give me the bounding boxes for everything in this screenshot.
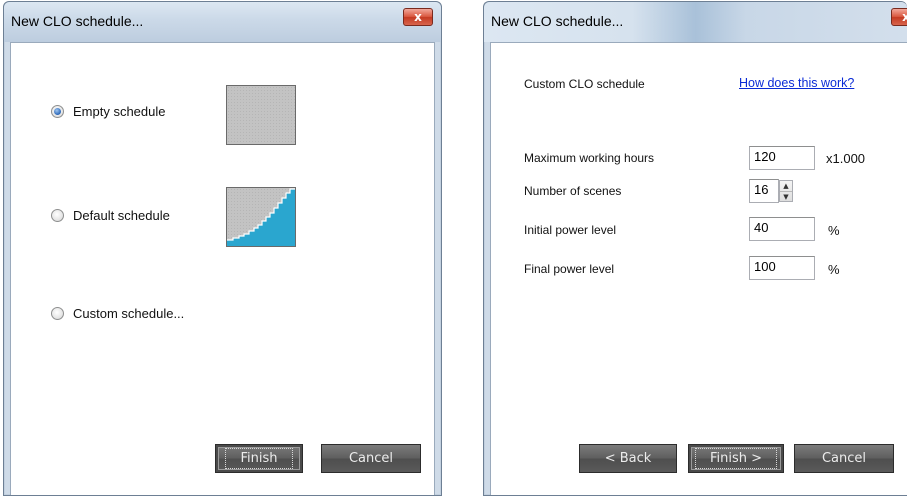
back-button-label: < Back — [604, 451, 652, 466]
empty-schedule-label: Empty schedule — [73, 104, 166, 119]
custom-schedule-radio[interactable] — [51, 307, 64, 320]
window-title: New CLO schedule... — [11, 13, 144, 29]
close-icon: x — [902, 10, 907, 24]
max-hours-unit: x1.000 — [826, 151, 866, 166]
final-power-unit: % — [828, 262, 840, 277]
title-bar[interactable]: New CLO schedule... x — [484, 2, 907, 42]
cancel-button-label: Cancel — [821, 451, 867, 466]
initial-power-unit: % — [828, 223, 840, 238]
dialog-content: Empty schedule Default schedule Custom s… — [10, 42, 435, 495]
finish-button[interactable]: Finish — [215, 444, 303, 473]
initial-power-input[interactable]: 40 — [749, 217, 815, 241]
new-schedule-dialog-1: New CLO schedule... x Empty schedule Def… — [3, 1, 442, 496]
close-button[interactable]: x — [891, 8, 907, 26]
default-schedule-curve-preview — [226, 187, 296, 247]
help-link[interactable]: How does this work? — [739, 76, 854, 90]
finish-button[interactable]: Finish > — [688, 444, 784, 473]
window-title: New CLO schedule... — [491, 13, 624, 29]
option-empty-schedule[interactable]: Empty schedule — [51, 104, 166, 119]
cancel-button[interactable]: Cancel — [321, 444, 421, 473]
max-hours-input[interactable]: 120 — [749, 146, 815, 170]
stepper-up-icon[interactable]: ▲ — [780, 181, 792, 191]
option-custom-schedule[interactable]: Custom schedule... — [51, 306, 184, 321]
scenes-input[interactable]: 16 — [749, 179, 779, 203]
custom-schedule-label: Custom schedule... — [73, 306, 185, 321]
initial-power-label: Initial power level — [524, 223, 617, 237]
max-hours-label: Maximum working hours — [524, 151, 655, 165]
empty-schedule-radio[interactable] — [51, 105, 64, 118]
final-power-label: Final power level — [524, 262, 615, 276]
finish-button-label: Finish > — [694, 448, 778, 469]
option-default-schedule[interactable]: Default schedule — [51, 208, 170, 223]
finish-button-label: Finish — [225, 448, 293, 469]
scenes-stepper[interactable]: ▲ ▼ — [779, 180, 793, 202]
schedule-curve-graphic — [227, 188, 295, 246]
stepper-down-icon[interactable]: ▼ — [780, 191, 792, 201]
empty-schedule-preview — [226, 85, 296, 145]
close-icon: x — [414, 10, 422, 24]
close-button[interactable]: x — [403, 8, 433, 26]
cancel-button[interactable]: Cancel — [794, 444, 894, 473]
dialog-content: Custom CLO schedule How does this work? … — [490, 42, 907, 495]
final-power-input[interactable]: 100 — [749, 256, 815, 280]
default-schedule-radio[interactable] — [51, 209, 64, 222]
back-button[interactable]: < Back — [579, 444, 677, 473]
custom-schedule-heading: Custom CLO schedule — [524, 77, 645, 91]
title-bar[interactable]: New CLO schedule... x — [4, 2, 441, 42]
new-schedule-dialog-2: New CLO schedule... x Custom CLO schedul… — [483, 1, 907, 496]
cancel-button-label: Cancel — [348, 451, 394, 466]
scenes-label: Number of scenes — [524, 184, 622, 198]
default-schedule-label: Default schedule — [73, 208, 170, 223]
